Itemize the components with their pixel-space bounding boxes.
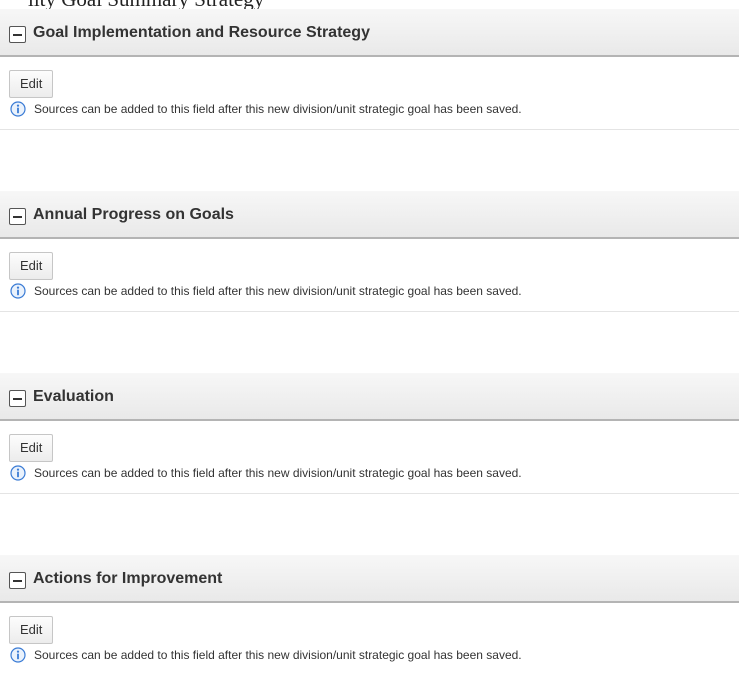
section-header: Actions for Improvement bbox=[0, 555, 739, 603]
section-title: Actions for Improvement bbox=[33, 570, 223, 587]
info-icon bbox=[10, 647, 26, 663]
section-divider bbox=[0, 311, 739, 312]
info-icon bbox=[10, 465, 26, 481]
collapse-minus-icon[interactable] bbox=[9, 26, 26, 43]
info-message: Sources can be added to this field after… bbox=[34, 648, 522, 662]
collapse-minus-icon[interactable] bbox=[9, 572, 26, 589]
section-title: Goal Implementation and Resource Strateg… bbox=[33, 24, 370, 41]
info-icon bbox=[10, 283, 26, 299]
section-annual-progress: Annual Progress on Goals Edit Sources ca… bbox=[0, 191, 739, 329]
edit-button[interactable]: Edit bbox=[9, 616, 54, 644]
section-title: Evaluation bbox=[33, 388, 114, 405]
section-header: Annual Progress on Goals bbox=[0, 191, 739, 239]
info-message: Sources can be added to this field after… bbox=[34, 102, 522, 116]
section-divider bbox=[0, 129, 739, 130]
section-evaluation: Evaluation Edit Sources can be added to … bbox=[0, 373, 739, 511]
section-divider bbox=[0, 493, 739, 494]
info-message: Sources can be added to this field after… bbox=[34, 284, 522, 298]
collapse-minus-icon[interactable] bbox=[9, 208, 26, 225]
info-icon bbox=[10, 101, 26, 117]
section-title: Annual Progress on Goals bbox=[33, 206, 234, 223]
section-goal-implementation: Goal Implementation and Resource Strateg… bbox=[0, 9, 739, 147]
section-header: Evaluation bbox=[0, 373, 739, 421]
edit-button[interactable]: Edit bbox=[9, 252, 54, 280]
collapse-minus-icon[interactable] bbox=[9, 390, 26, 407]
section-actions-for-improvement: Actions for Improvement Edit Sources can… bbox=[0, 555, 739, 693]
edit-button[interactable]: Edit bbox=[9, 434, 54, 462]
edit-button[interactable]: Edit bbox=[9, 70, 54, 98]
info-message: Sources can be added to this field after… bbox=[34, 466, 522, 480]
section-header: Goal Implementation and Resource Strateg… bbox=[0, 9, 739, 57]
